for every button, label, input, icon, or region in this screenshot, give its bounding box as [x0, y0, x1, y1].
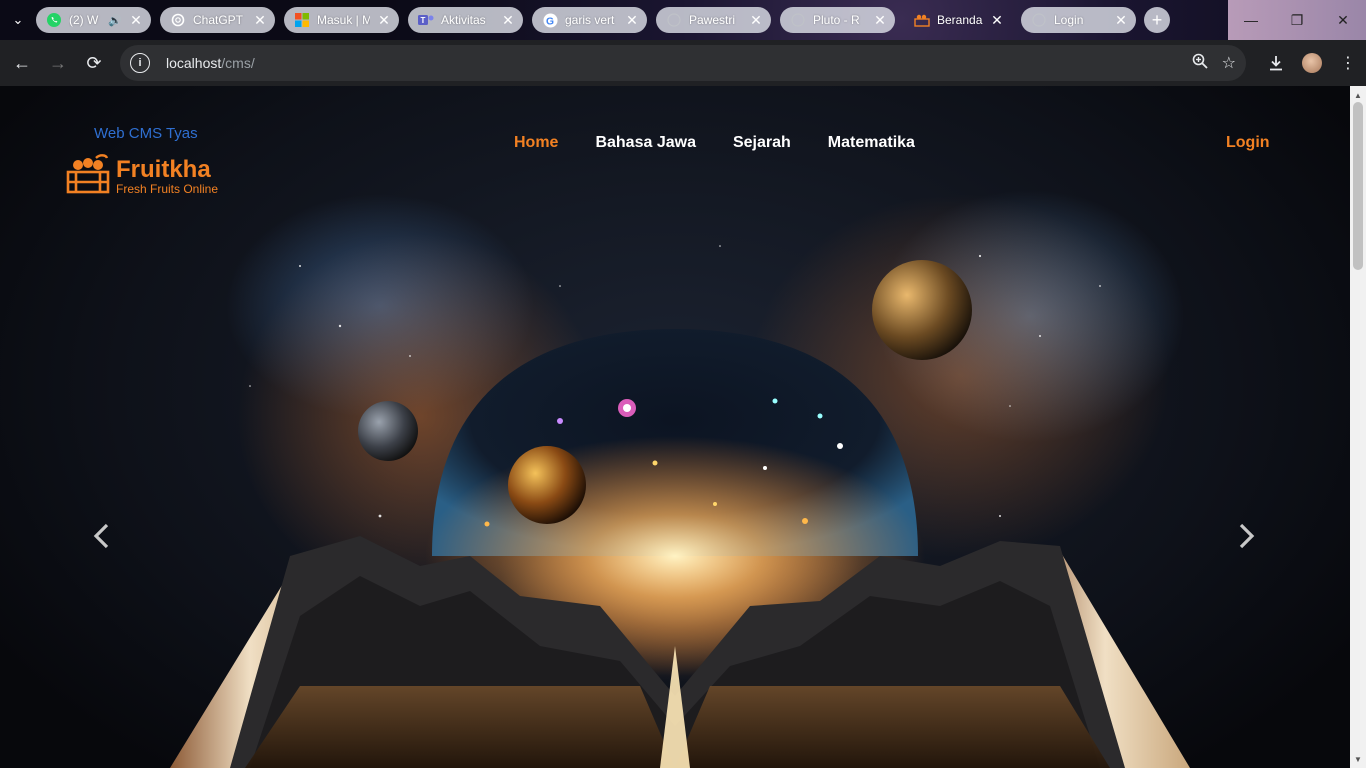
tab-title: ChatGPT: [193, 13, 244, 27]
tab-beranda-active[interactable]: Beranda ✕: [904, 7, 1012, 33]
tab-close-icon[interactable]: ✕: [873, 12, 887, 29]
window-controls: — ❐ ✕: [1228, 0, 1366, 40]
tab-search-chevron-icon[interactable]: ⌄: [0, 0, 36, 40]
svg-text:G: G: [546, 16, 554, 27]
profile-avatar[interactable]: [1294, 53, 1330, 73]
scroll-down-arrow-icon[interactable]: ▼: [1350, 752, 1366, 766]
restore-icon[interactable]: ❐: [1274, 0, 1320, 40]
ground-left: [245, 686, 675, 768]
reload-icon[interactable]: ⟳: [76, 45, 112, 81]
scrollbar-thumb[interactable]: [1353, 102, 1363, 270]
whatsapp-icon: [46, 12, 62, 28]
globe-icon: [790, 12, 806, 28]
ground-right: [675, 686, 1110, 768]
tab-login[interactable]: Login ✕: [1021, 7, 1136, 33]
menu-item-bahasa-jawa[interactable]: Bahasa Jawa: [595, 134, 696, 152]
logo-name: Fruitkha: [116, 155, 211, 183]
tab-list: (2) W 🔊 ✕ ChatGPT ✕ Masuk | M ✕ T Aktivi…: [36, 0, 1136, 40]
tab-title: Pawestri: [689, 13, 736, 27]
logo-text: Fruitkha Fresh Fruits Online: [116, 155, 219, 196]
chevron-left-icon: [93, 523, 109, 549]
site-logo[interactable]: Fruitkha Fresh Fruits Online: [66, 154, 218, 199]
download-icon[interactable]: [1258, 55, 1294, 71]
chevron-right-icon: [1239, 523, 1255, 549]
planet-left: [358, 401, 418, 461]
url-host: localhost: [166, 55, 222, 71]
cms-title: Web CMS Tyas: [94, 125, 198, 142]
toolbar-right: ⋮: [1258, 40, 1366, 86]
svg-text:T: T: [421, 16, 426, 25]
planet-center: [508, 446, 586, 524]
openai-icon: [170, 12, 186, 28]
zoom-icon[interactable]: [1192, 53, 1208, 74]
fruit-basket-icon: [914, 12, 930, 28]
new-tab-button[interactable]: +: [1144, 7, 1170, 33]
menu-item-matematika[interactable]: Matematika: [828, 134, 915, 152]
tab-chatgpt[interactable]: ChatGPT ✕: [160, 7, 275, 33]
speaker-icon[interactable]: 🔊: [108, 14, 122, 27]
menu-item-home[interactable]: Home: [514, 134, 558, 152]
scroll-up-arrow-icon[interactable]: ▲: [1350, 88, 1366, 102]
tab-close-icon[interactable]: ✕: [501, 12, 515, 29]
tab-pluto[interactable]: Pluto - R ✕: [780, 7, 895, 33]
tab-title: Aktivitas: [441, 13, 486, 27]
tab-whatsapp[interactable]: (2) W 🔊 ✕: [36, 7, 151, 33]
address-bar[interactable]: i localhost/cms/ ☆: [120, 45, 1246, 81]
close-window-icon[interactable]: ✕: [1320, 0, 1366, 40]
tab-close-icon[interactable]: ✕: [377, 12, 391, 29]
bookmark-star-icon[interactable]: ☆: [1222, 53, 1236, 73]
tab-close-icon[interactable]: ✕: [1114, 12, 1128, 29]
tab-close-icon[interactable]: ✕: [749, 12, 763, 29]
planet-top-right: [872, 260, 972, 360]
carousel-next-button[interactable]: [1232, 518, 1262, 554]
browser-toolbar: ← → ⟳ i localhost/cms/ ☆ ⋮: [0, 40, 1366, 86]
tab-close-icon[interactable]: ✕: [625, 12, 639, 29]
logo-tagline: Fresh Fruits Online: [116, 181, 219, 196]
avatar: [1302, 53, 1322, 73]
fruit-crate-icon: [66, 154, 110, 199]
page-scrollbar[interactable]: ▲ ▼: [1350, 86, 1366, 768]
tab-pawestri[interactable]: Pawestri ✕: [656, 7, 771, 33]
login-link[interactable]: Login: [1226, 134, 1270, 152]
forward-arrow-icon[interactable]: →: [40, 45, 76, 81]
tab-title: Beranda: [937, 13, 983, 27]
teams-icon: T: [418, 12, 434, 28]
site-info-icon[interactable]: i: [130, 53, 150, 73]
tab-close-icon[interactable]: ✕: [253, 12, 267, 29]
omnibox-actions: ☆: [1192, 45, 1236, 81]
browser-menu-icon[interactable]: ⋮: [1330, 53, 1366, 73]
menu-item-sejarah[interactable]: Sejarah: [733, 134, 791, 152]
globe-icon: [1031, 12, 1047, 28]
tab-microsoft[interactable]: Masuk | M ✕: [284, 7, 399, 33]
minimize-icon[interactable]: —: [1228, 0, 1274, 40]
carousel-prev-button[interactable]: [86, 518, 116, 554]
tab-teams[interactable]: T Aktivitas ✕: [408, 7, 523, 33]
tab-title: Pluto - R: [813, 13, 860, 27]
back-arrow-icon[interactable]: ←: [4, 45, 40, 81]
tab-strip: ⌄ (2) W 🔊 ✕ ChatGPT ✕ Masuk | M ✕ T Akti…: [0, 0, 1366, 40]
tab-close-icon[interactable]: ✕: [129, 12, 143, 29]
tab-close-icon[interactable]: ✕: [990, 12, 1004, 29]
site-header: Web CMS Tyas Fruitkha Fresh Fruits Onlin…: [0, 86, 1350, 206]
main-menu: Home Bahasa Jawa Sejarah Matematika: [514, 134, 915, 152]
microsoft-icon: [294, 12, 310, 28]
tab-google[interactable]: G garis vert ✕: [532, 7, 647, 33]
tab-title: Masuk | M: [317, 13, 370, 27]
tab-title: garis vert: [565, 13, 615, 27]
address-url[interactable]: localhost/cms/: [166, 55, 255, 71]
tab-title: (2) W: [69, 13, 99, 27]
tab-title: Login: [1054, 13, 1084, 27]
url-path: /cms/: [221, 55, 255, 71]
google-icon: G: [542, 12, 558, 28]
globe-icon: [666, 12, 682, 28]
page-viewport: Web CMS Tyas Fruitkha Fresh Fruits Onlin…: [0, 86, 1350, 768]
